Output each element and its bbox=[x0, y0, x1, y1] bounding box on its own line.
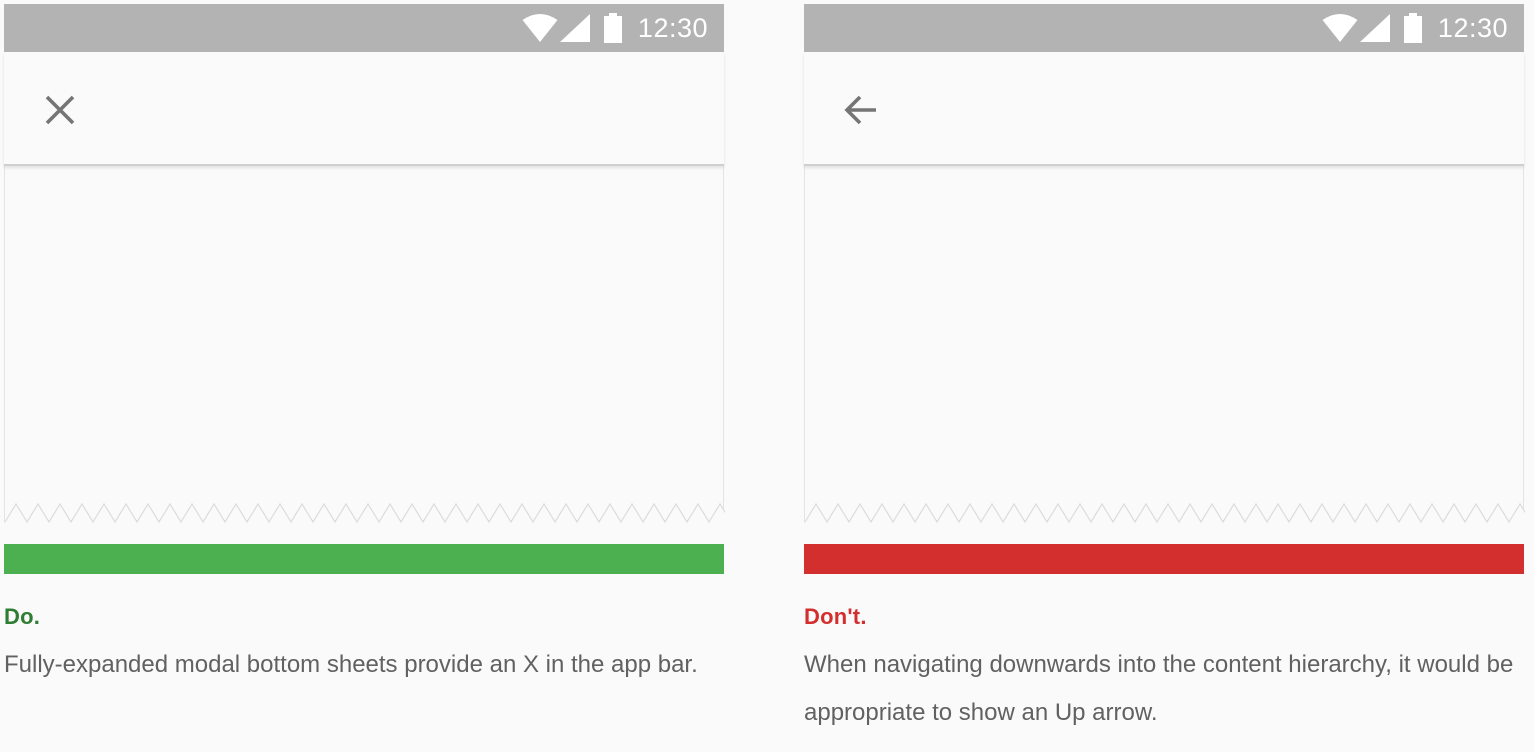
arrow-back-icon[interactable] bbox=[840, 90, 880, 130]
wifi-icon bbox=[1322, 13, 1360, 43]
status-bar: 12:30 bbox=[4, 4, 724, 52]
app-bar bbox=[4, 52, 724, 166]
cell-signal-icon bbox=[1359, 14, 1404, 42]
do-indicator-bar bbox=[4, 544, 724, 574]
bottom-sheet-content bbox=[4, 165, 725, 524]
app-bar bbox=[804, 52, 1524, 166]
do-heading: Do. bbox=[4, 604, 41, 629]
status-clock: 12:30 bbox=[637, 13, 708, 43]
status-icons: 12:30 bbox=[522, 4, 708, 52]
do-description: Fully-expanded modal bottom sheets provi… bbox=[4, 651, 698, 678]
battery-icon bbox=[1403, 13, 1438, 43]
status-clock: 12:30 bbox=[1437, 13, 1508, 43]
status-bar: 12:30 bbox=[804, 4, 1524, 52]
close-icon[interactable] bbox=[40, 90, 80, 130]
torn-edge bbox=[5, 502, 725, 524]
torn-edge bbox=[805, 502, 1525, 524]
wifi-icon bbox=[522, 13, 560, 43]
dont-heading: Don't. bbox=[804, 604, 867, 629]
dont-indicator-bar bbox=[804, 544, 1524, 574]
status-icons: 12:30 bbox=[1322, 4, 1508, 52]
battery-icon bbox=[603, 13, 638, 43]
dont-description: When navigating downwards into the conte… bbox=[804, 651, 1514, 726]
bottom-sheet-content bbox=[804, 165, 1525, 524]
cell-signal-icon bbox=[559, 14, 604, 42]
